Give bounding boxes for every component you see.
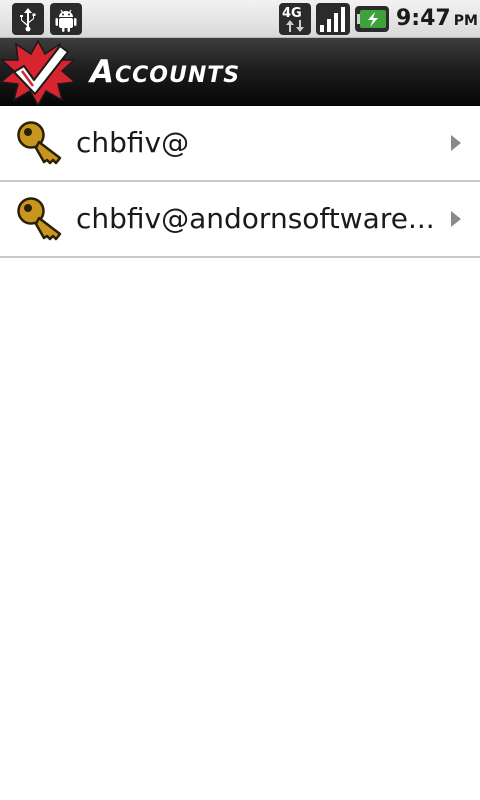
key-icon — [17, 121, 62, 165]
signal-strength-icon — [316, 3, 350, 35]
checkmark-logo-icon — [0, 39, 76, 106]
key-icon — [17, 197, 62, 241]
page-title: Accounts — [90, 54, 241, 90]
account-row[interactable]: chbfiv@ — [0, 106, 480, 182]
chevron-right-icon — [451, 211, 461, 227]
account-label: chbfiv@andornsoftware... — [76, 202, 435, 235]
android-debug-icon — [50, 3, 82, 35]
account-row[interactable]: chbfiv@andornsoftware... — [0, 182, 480, 258]
4g-network-icon: 4G — [279, 3, 311, 35]
status-clock: 9:47 PM — [396, 4, 478, 34]
svg-text:4G: 4G — [282, 6, 302, 21]
status-bar: 4G 9:47 PM — [0, 0, 480, 38]
account-list: chbfiv@ chbfiv@andornsoftware... — [0, 106, 480, 258]
usb-icon — [12, 3, 44, 35]
chevron-right-icon — [451, 135, 461, 151]
clock-ampm: PM — [453, 13, 478, 29]
account-label: chbfiv@ — [76, 126, 190, 159]
title-bar: Accounts — [0, 38, 480, 106]
clock-time: 9:47 — [396, 6, 451, 31]
battery-charging-icon — [355, 6, 389, 32]
